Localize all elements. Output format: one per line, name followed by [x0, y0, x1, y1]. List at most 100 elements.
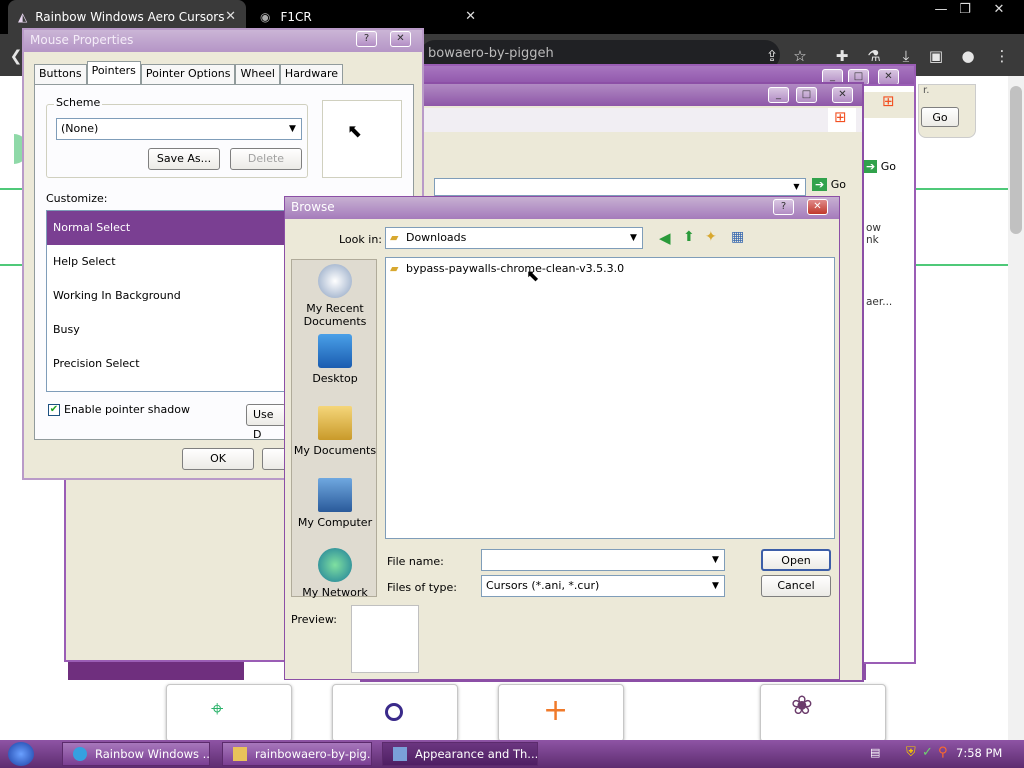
- extensions-icon[interactable]: ✚: [832, 46, 852, 66]
- help-icon[interactable]: ?: [356, 31, 377, 47]
- scrollbar-thumb[interactable]: [1010, 86, 1022, 234]
- close-window-icon[interactable]: ✕: [984, 2, 1014, 17]
- start-button[interactable]: [8, 742, 34, 766]
- place-my-documents[interactable]: My Documents: [292, 406, 378, 457]
- search-icon[interactable]: ⚲: [938, 745, 948, 760]
- help-icon[interactable]: ?: [773, 199, 794, 215]
- keyboard-icon[interactable]: ▤: [870, 746, 880, 759]
- new-folder-icon[interactable]: ✦: [705, 229, 717, 245]
- close-icon[interactable]: ✕: [878, 69, 899, 85]
- files-of-type-select[interactable]: Cursors (*.ani, *.cur) ▼: [481, 575, 725, 597]
- list-item[interactable]: Busy: [53, 323, 80, 336]
- ok-button[interactable]: OK: [182, 448, 254, 470]
- scheme-value: (None): [61, 122, 99, 135]
- customize-label: Customize:: [46, 192, 108, 205]
- partial-label: r.: [923, 85, 930, 96]
- button-label: Save As...: [156, 152, 212, 165]
- close-tab-icon[interactable]: ✕: [225, 9, 236, 24]
- place-my-network[interactable]: My Network: [292, 548, 378, 599]
- go-label: Go: [880, 160, 896, 173]
- place-label: Desktop: [312, 372, 358, 385]
- place-label: My Recent Documents: [303, 302, 367, 328]
- tab-buttons[interactable]: Buttons: [34, 64, 87, 84]
- pointer-preview: ⬉: [322, 100, 402, 178]
- close-icon[interactable]: ✕: [807, 199, 828, 215]
- list-item-selected[interactable]: Normal Select: [47, 211, 287, 245]
- folder-icon: [233, 747, 247, 761]
- mouse-cursor-icon: ⬉: [526, 266, 540, 285]
- tab-label: Wheel: [240, 67, 275, 80]
- cursor-card[interactable]: ❀: [760, 684, 886, 742]
- menu-kebab-icon[interactable]: ⋮: [992, 46, 1012, 66]
- close-icon[interactable]: ✕: [832, 87, 853, 103]
- tab-hardware[interactable]: Hardware: [279, 64, 344, 84]
- tab-pointers[interactable]: Pointers: [86, 61, 141, 85]
- tab-wheel[interactable]: Wheel: [235, 64, 280, 84]
- cancel-button[interactable]: Cancel: [761, 575, 831, 597]
- files-of-type-label: Files of type:: [387, 581, 458, 594]
- my-documents-icon: [318, 406, 352, 440]
- pointer-list[interactable]: Normal Select Help Select Working In Bac…: [46, 210, 287, 392]
- list-item[interactable]: Precision Select: [53, 357, 140, 370]
- list-item[interactable]: Help Select: [53, 255, 116, 268]
- browse-dialog: Browse ? ✕ Look in: ▰ Downloads ▼ ◀ ⬆ ✦ …: [284, 196, 840, 680]
- preview-label: Preview:: [291, 613, 337, 626]
- browse-titlebar: Browse: [285, 197, 839, 219]
- delete-button[interactable]: Delete: [230, 148, 302, 170]
- place-recent-documents[interactable]: My Recent Documents: [292, 264, 378, 328]
- up-folder-icon[interactable]: ⬆: [683, 229, 695, 245]
- place-label: My Network: [302, 586, 368, 599]
- go-button[interactable]: Go: [921, 107, 959, 127]
- restore-icon[interactable]: ❐: [950, 2, 980, 17]
- look-in-select[interactable]: ▰ Downloads ▼: [385, 227, 643, 249]
- download-icon[interactable]: ⤓: [896, 46, 916, 66]
- open-button[interactable]: Open: [761, 549, 831, 571]
- scheme-label: Scheme: [54, 96, 103, 109]
- chevron-down-icon: ▼: [712, 555, 719, 565]
- security-shield-icon[interactable]: ⛨: [906, 745, 916, 760]
- cursor-card[interactable]: ⌖: [166, 684, 292, 742]
- right-window-fragment: ⊞ ➔ Go ow nk aer...: [864, 84, 916, 664]
- bookmark-star-icon[interactable]: ☆: [790, 46, 810, 66]
- minimize-icon[interactable]: _: [768, 87, 789, 103]
- file-name-input[interactable]: ▼: [481, 549, 725, 571]
- shadow-checkbox[interactable]: ✔: [48, 404, 60, 416]
- back-icon[interactable]: ◀: [659, 229, 671, 247]
- cursor-card[interactable]: +: [498, 684, 624, 742]
- taskbar-item-folder[interactable]: rainbowaero-by-pig...: [222, 742, 372, 766]
- close-tab-icon[interactable]: ✕: [465, 9, 476, 24]
- side-panel-icon[interactable]: ▣: [926, 46, 946, 66]
- labs-icon[interactable]: ⚗: [864, 46, 884, 66]
- globe-favicon-icon: ◉: [260, 10, 271, 24]
- list-item[interactable]: Working In Background: [53, 289, 181, 302]
- go-label: Go: [932, 111, 948, 124]
- taskbar-item-appearance[interactable]: Appearance and Th...: [382, 742, 538, 766]
- tab-pointer-options[interactable]: Pointer Options: [140, 64, 236, 84]
- go-button[interactable]: ➔ Go: [812, 178, 852, 196]
- place-desktop[interactable]: Desktop: [292, 334, 378, 385]
- scheme-select[interactable]: (None) ▼: [56, 118, 302, 140]
- list-item-label: Precision Select: [53, 357, 140, 370]
- go-button[interactable]: ➔ Go: [864, 160, 896, 173]
- save-as-button[interactable]: Save As...: [148, 148, 220, 170]
- taskbar-item-browser[interactable]: Rainbow Windows ...: [62, 742, 210, 766]
- maximize-icon[interactable]: □: [796, 87, 817, 103]
- file-name-field-label: File name:: [387, 555, 444, 568]
- place-label: My Computer: [297, 516, 373, 529]
- windows-logo-icon: ⊞: [882, 92, 895, 110]
- shadow-label: Enable pointer shadow: [64, 403, 190, 416]
- button-label: Cancel: [777, 579, 815, 592]
- cursor-card[interactable]: [332, 684, 458, 742]
- use-default-button[interactable]: Use D: [246, 404, 286, 441]
- close-icon[interactable]: ✕: [390, 31, 411, 47]
- view-menu-icon[interactable]: ▦: [731, 229, 744, 245]
- profile-avatar-icon[interactable]: ●: [958, 46, 978, 66]
- character-cursor-icon: ❀: [791, 691, 813, 721]
- list-item[interactable]: ▰ bypass-paywalls-chrome-clean-v3.5.3.0: [390, 262, 624, 275]
- network-icon[interactable]: ✓: [922, 745, 933, 760]
- place-my-computer[interactable]: My Computer: [292, 478, 378, 529]
- address-field[interactable]: ▼: [434, 178, 806, 196]
- taskbar-label: Appearance and Th...: [415, 747, 538, 761]
- share-icon[interactable]: ⇪: [762, 46, 782, 66]
- file-list[interactable]: ▰ bypass-paywalls-chrome-clean-v3.5.3.0 …: [385, 257, 835, 539]
